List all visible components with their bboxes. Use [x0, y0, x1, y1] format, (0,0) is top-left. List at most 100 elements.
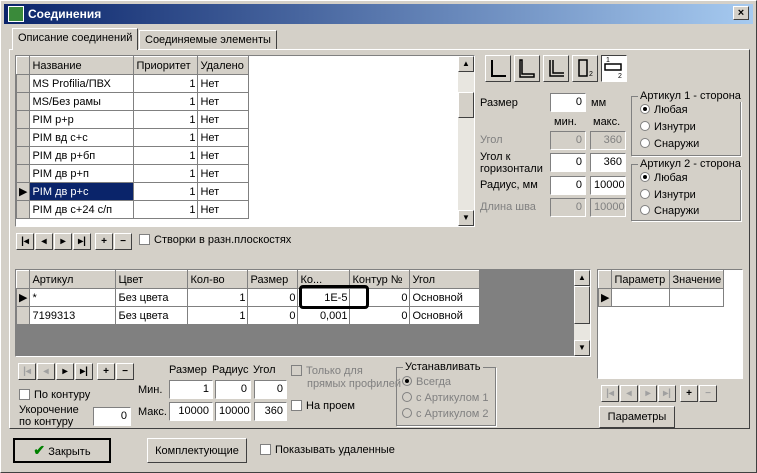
opening-checkbox[interactable]: На проем — [291, 400, 355, 412]
coefficient-cell[interactable]: 0,001 — [297, 306, 351, 325]
deleted-cell[interactable]: Нет — [197, 128, 250, 147]
sashes-planes-checkbox[interactable]: Створки в разн.плоскостях — [139, 234, 291, 246]
article1-any-radio[interactable]: Любая — [640, 104, 688, 116]
scroll-down-icon[interactable]: ▼ — [458, 210, 474, 226]
joint-type-5-icon[interactable]: 12 — [601, 55, 627, 82]
connection-name-cell[interactable]: MS/Без рамы — [29, 92, 135, 111]
last-record-button[interactable]: ▸| — [73, 233, 91, 250]
close-window-button[interactable]: × — [733, 6, 749, 20]
next-record-button[interactable]: ▸ — [54, 233, 72, 250]
color-cell[interactable]: Без цвета — [115, 288, 189, 307]
radius-max-field[interactable]: 10000 — [590, 176, 626, 195]
col-value[interactable]: Значение — [669, 270, 725, 289]
value-cell[interactable] — [669, 288, 725, 307]
col-priority[interactable]: Приоритет — [133, 56, 199, 75]
scroll-down-icon[interactable]: ▼ — [574, 340, 590, 356]
article2-outside-radio[interactable]: Снаружи — [640, 205, 699, 217]
article-cell[interactable]: 7199313 — [29, 306, 117, 325]
size-cell[interactable]: 0 — [247, 306, 299, 325]
priority-cell[interactable]: 1 — [133, 74, 199, 93]
by-contour-checkbox[interactable]: По контуру — [19, 389, 90, 401]
article-last-button[interactable]: ▸| — [75, 363, 93, 380]
min-angle-field[interactable]: 0 — [254, 380, 287, 399]
max-radius-field[interactable]: 10000 — [215, 402, 251, 421]
first-record-button[interactable]: |◂ — [16, 233, 34, 250]
connection-name-cell[interactable]: PIM дв с+24 с/п — [29, 200, 135, 219]
prev-record-button[interactable]: ◂ — [35, 233, 53, 250]
angle-cell[interactable]: Основной — [409, 288, 481, 307]
priority-cell[interactable]: 1 — [133, 92, 199, 111]
connection-name-cell[interactable]: PIM дв р+бп — [29, 146, 135, 165]
radius-min-field[interactable]: 0 — [550, 176, 586, 195]
article2-inside-radio[interactable]: Изнутри — [640, 189, 696, 201]
deleted-cell[interactable]: Нет — [197, 92, 250, 111]
table-row[interactable]: ▶ * Без цвета 1 0 1E-5 0 Основной — [15, 288, 481, 307]
show-deleted-checkbox[interactable]: Показывать удаленные — [260, 444, 395, 456]
horizontal-angle-min-field[interactable]: 0 — [550, 153, 586, 172]
col-parameter[interactable]: Параметр — [611, 270, 671, 289]
connection-name-cell[interactable]: PIM дв р+п — [29, 164, 135, 183]
article1-outside-radio[interactable]: Снаружи — [640, 138, 699, 150]
tab-connection-description[interactable]: Описание соединений — [12, 28, 138, 50]
priority-cell[interactable]: 1 — [133, 164, 199, 183]
max-size-field[interactable]: 10000 — [169, 402, 213, 421]
scroll-thumb[interactable] — [458, 92, 474, 118]
articles-scrollbar[interactable]: ▲ ▼ — [574, 270, 590, 356]
components-button[interactable]: Комплектующие — [147, 438, 247, 463]
table-row[interactable]: PIM дв р+п 1 Нет — [15, 164, 250, 183]
priority-cell[interactable]: 1 — [133, 128, 199, 147]
priority-cell[interactable]: 1 — [133, 200, 199, 219]
close-button[interactable]: ✔ Закрыть — [13, 438, 111, 463]
table-row[interactable]: 7199313 Без цвета 1 0 0,001 0 Основной — [15, 306, 481, 325]
col-qty[interactable]: Кол-во — [187, 270, 249, 289]
connection-name-cell[interactable]: PIM р+р — [29, 110, 135, 129]
deleted-cell[interactable]: Нет — [197, 200, 250, 219]
table-row[interactable]: PIM р+р 1 Нет — [15, 110, 250, 129]
connection-name-cell[interactable]: PIM дв р+с — [29, 182, 135, 201]
add-article-button[interactable]: + — [97, 363, 115, 380]
priority-cell[interactable]: 1 — [133, 110, 199, 129]
joint-type-1-icon[interactable] — [485, 55, 511, 82]
deleted-cell[interactable]: Нет — [197, 146, 250, 165]
article-cell[interactable]: * — [29, 288, 117, 307]
table-row[interactable]: ▶ PIM дв р+с 1 Нет — [15, 182, 250, 201]
max-angle-field[interactable]: 360 — [254, 402, 287, 421]
deleted-cell[interactable]: Нет — [197, 74, 250, 93]
qty-cell[interactable]: 1 — [187, 288, 249, 307]
col-angle[interactable]: Угол — [409, 270, 481, 289]
table-row[interactable]: PIM вд с+с 1 Нет — [15, 128, 250, 147]
scroll-up-icon[interactable]: ▲ — [458, 56, 474, 72]
contour-cell[interactable]: 0 — [349, 306, 411, 325]
qty-cell[interactable]: 1 — [187, 306, 249, 325]
col-name[interactable]: Название — [29, 56, 135, 75]
article-next-button[interactable]: ▸ — [56, 363, 74, 380]
size-cell[interactable]: 0 — [247, 288, 299, 307]
table-row[interactable]: PIM дв с+24 с/п 1 Нет — [15, 200, 250, 219]
table-row[interactable]: MS Profilia/ПВХ 1 Нет — [15, 74, 250, 93]
delete-article-button[interactable]: − — [116, 363, 134, 380]
add-connection-button[interactable]: + — [95, 233, 113, 250]
parameters-button[interactable]: Параметры — [599, 406, 675, 428]
angle-cell[interactable]: Основной — [409, 306, 481, 325]
table-row[interactable]: MS/Без рамы 1 Нет — [15, 92, 250, 111]
tab-connected-elements[interactable]: Соединяемые элементы — [139, 30, 277, 50]
connections-scrollbar[interactable]: ▲ ▼ — [458, 56, 474, 226]
col-deleted[interactable]: Удалено — [197, 56, 250, 75]
color-cell[interactable]: Без цвета — [115, 306, 189, 325]
parameter-cell[interactable] — [611, 288, 671, 307]
joint-type-2-icon[interactable] — [514, 55, 540, 82]
article2-any-radio[interactable]: Любая — [640, 172, 688, 184]
col-article[interactable]: Артикул — [29, 270, 117, 289]
delete-connection-button[interactable]: − — [114, 233, 132, 250]
deleted-cell[interactable]: Нет — [197, 164, 250, 183]
priority-cell[interactable]: 1 — [133, 182, 199, 201]
joint-type-4-icon[interactable]: 2 — [572, 55, 598, 82]
col-size[interactable]: Размер — [247, 270, 299, 289]
table-row[interactable]: PIM дв р+бп 1 Нет — [15, 146, 250, 165]
add-parameter-button[interactable]: + — [680, 385, 698, 402]
scroll-thumb[interactable] — [574, 286, 590, 324]
size-field[interactable]: 0 — [550, 93, 586, 112]
horizontal-angle-max-field[interactable]: 360 — [590, 153, 626, 172]
joint-type-3-icon[interactable] — [543, 55, 569, 82]
article1-inside-radio[interactable]: Изнутри — [640, 121, 696, 133]
